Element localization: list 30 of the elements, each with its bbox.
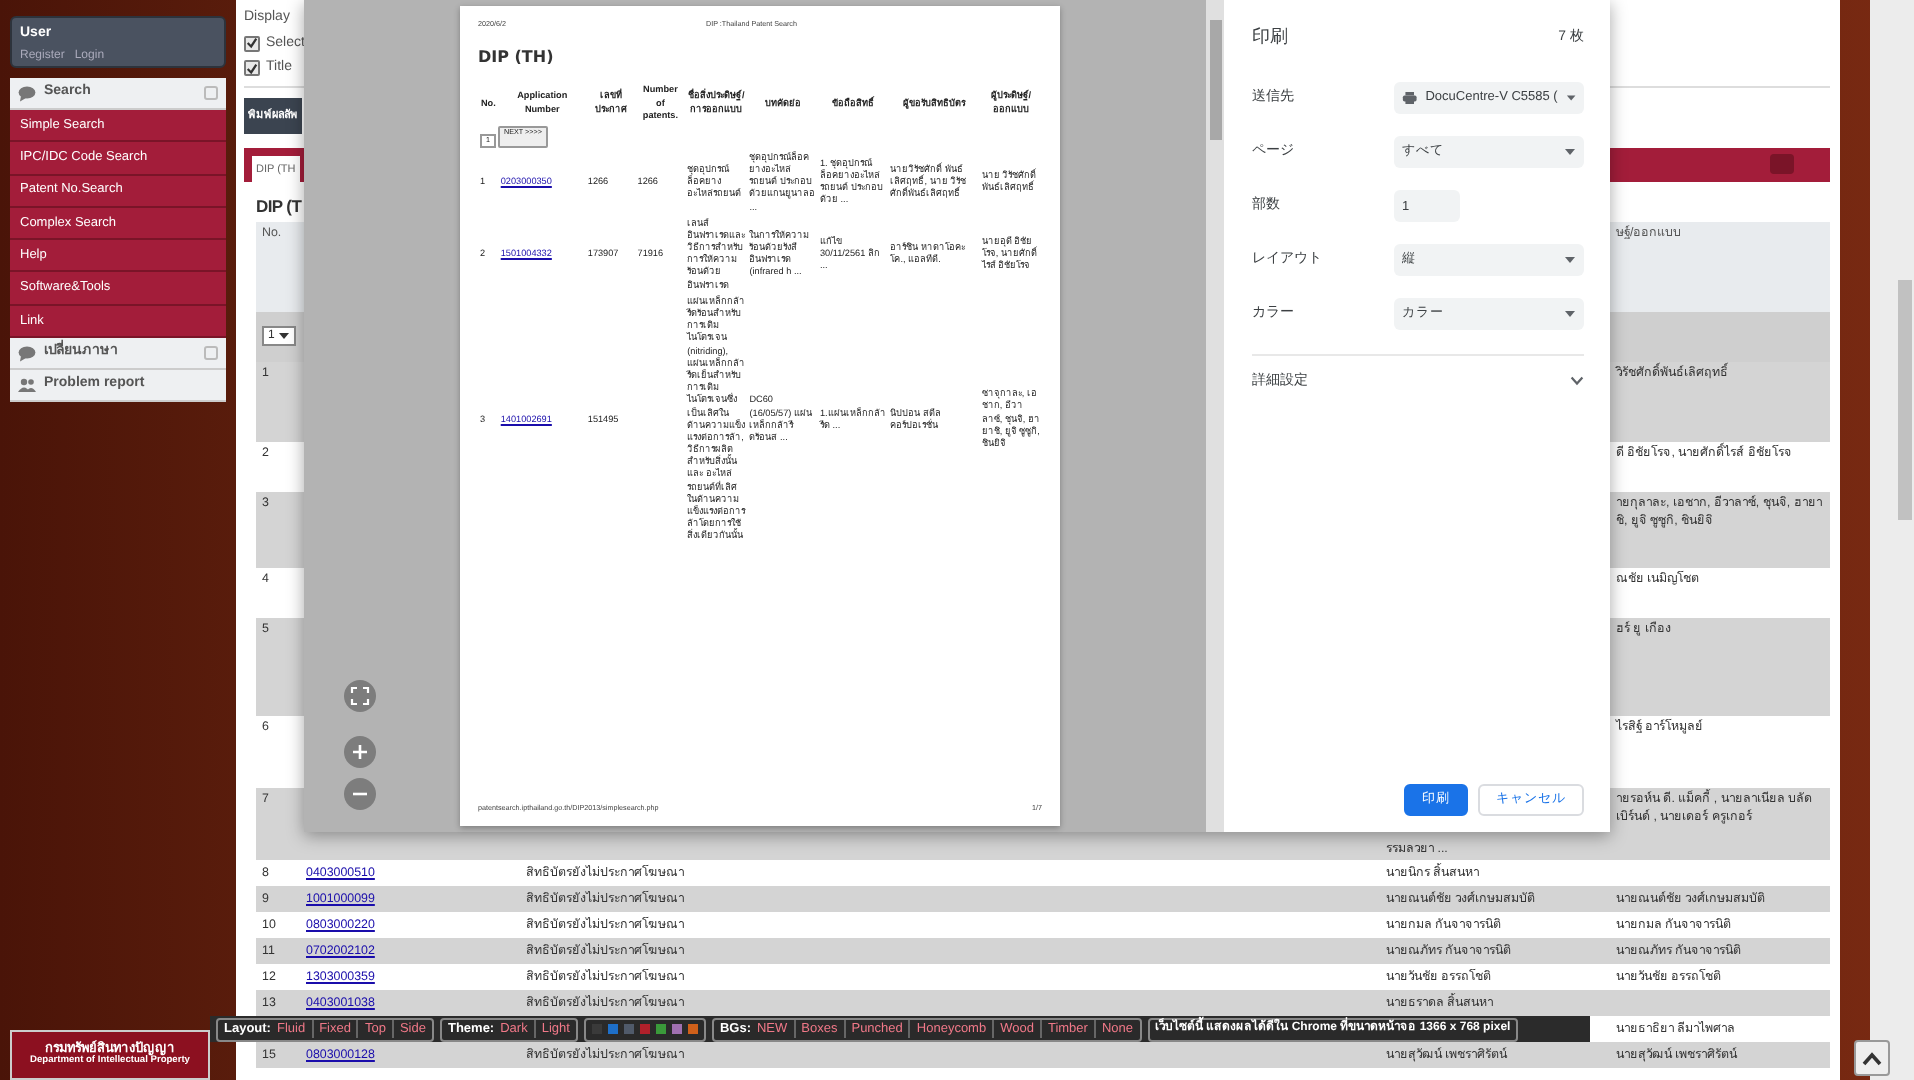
preview-heading: DIP (TH): [478, 46, 556, 71]
fit-icon: [350, 686, 370, 706]
scroll-to-top-button[interactable]: [1854, 1040, 1890, 1076]
zoom-out-button[interactable]: [344, 778, 376, 810]
caret-icon: [1564, 256, 1576, 264]
print-title: 印刷: [1252, 24, 1288, 50]
color-swatch[interactable]: [671, 1024, 682, 1034]
scrollbar[interactable]: [1870, 0, 1914, 1080]
checkbox[interactable]: [244, 35, 260, 52]
fit-to-page-button[interactable]: [344, 680, 376, 712]
printer-icon: [1402, 90, 1418, 106]
plus-icon: [352, 744, 368, 760]
chat-icon: [18, 85, 36, 101]
color-swatch[interactable]: [655, 1024, 666, 1034]
expand-icon: [204, 346, 218, 361]
color-swatch[interactable]: [623, 1024, 634, 1034]
zoom-in-button[interactable]: [344, 736, 376, 768]
color-swatch[interactable]: [639, 1024, 650, 1034]
caret-icon: [1564, 148, 1576, 156]
color-swatch[interactable]: [687, 1024, 698, 1034]
chat-icon: [18, 345, 36, 362]
result-heading: DIP (T: [256, 194, 302, 214]
people-icon: [18, 378, 36, 393]
chevron-up-icon: [1862, 1051, 1882, 1065]
color-swatch[interactable]: [607, 1024, 618, 1034]
caret-icon: [1565, 94, 1576, 102]
scrollbar[interactable]: [1206, 0, 1224, 832]
expand-icon: [204, 86, 218, 100]
checkbox[interactable]: [244, 60, 260, 77]
caret-icon: [278, 332, 291, 340]
